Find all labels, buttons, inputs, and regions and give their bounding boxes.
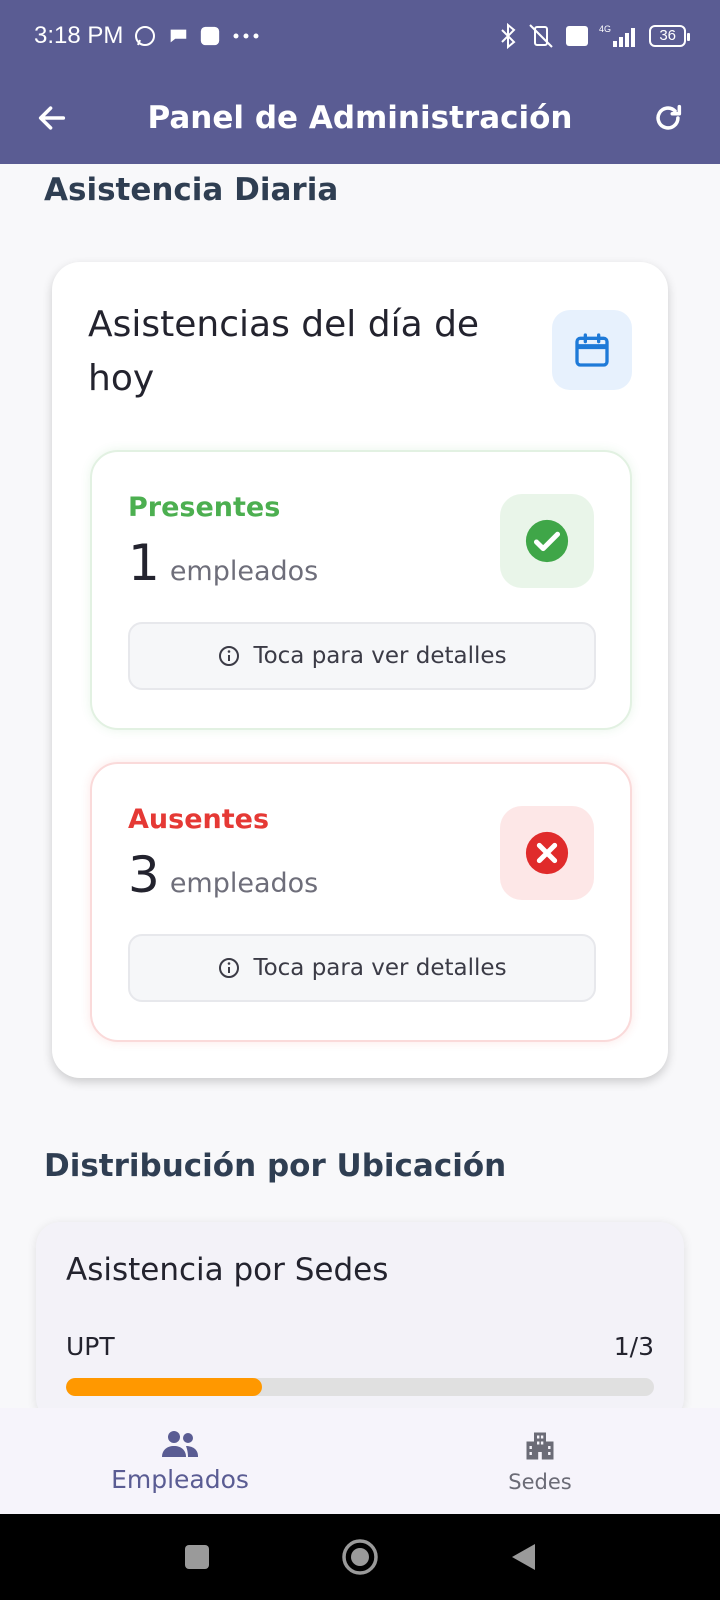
chat-icon bbox=[167, 25, 189, 47]
info-icon bbox=[219, 646, 240, 666]
info-icon bbox=[219, 958, 240, 978]
volte-icon bbox=[565, 25, 589, 47]
bluetooth-icon bbox=[499, 23, 517, 49]
svg-text:4G: 4G bbox=[599, 24, 611, 34]
app-notification-icon bbox=[199, 25, 221, 47]
absent-details-label: Toca para ver detalles bbox=[253, 955, 507, 981]
sedes-attendance-card: Asistencia por Sedes UPT 1/3 bbox=[36, 1222, 684, 1422]
daily-attendance-card: Asistencias del día de hoy Presentes 1 e… bbox=[52, 262, 668, 1078]
home-icon[interactable] bbox=[341, 1538, 379, 1576]
more-notifications-icon bbox=[231, 31, 261, 41]
signal-icon: 4G bbox=[599, 23, 639, 49]
building-icon bbox=[526, 1432, 554, 1460]
absent-count-unit: empleados bbox=[169, 868, 319, 899]
present-count-unit: empleados bbox=[169, 556, 319, 587]
vibrate-mute-icon bbox=[527, 23, 555, 49]
page-title: Panel de Administración bbox=[147, 100, 573, 136]
absent-icon-box bbox=[500, 806, 594, 900]
nav-label-sedes: Sedes bbox=[508, 1470, 572, 1494]
check-circle-icon bbox=[525, 519, 569, 563]
calendar-icon bbox=[575, 333, 609, 367]
cancel-circle-icon bbox=[525, 831, 569, 875]
card-title: Asistencias del día de hoy bbox=[88, 304, 480, 399]
recent-apps-icon[interactable] bbox=[183, 1543, 211, 1571]
present-card[interactable]: Presentes 1 empleados Toca para ver deta… bbox=[90, 450, 632, 730]
present-count-value: 1 bbox=[128, 534, 160, 592]
refresh-button[interactable] bbox=[644, 94, 692, 142]
status-bar: 3:18 PM 4G 36 bbox=[0, 0, 720, 72]
sedes-card-title: Asistencia por Sedes bbox=[66, 1252, 389, 1288]
back-button[interactable] bbox=[28, 94, 76, 142]
nav-item-sedes[interactable]: Sedes bbox=[360, 1408, 720, 1514]
sede-value: 1/3 bbox=[613, 1332, 654, 1361]
people-icon bbox=[162, 1430, 198, 1457]
sede-name: UPT bbox=[66, 1332, 115, 1361]
absent-count: 3 empleados bbox=[128, 846, 318, 904]
absent-details-button[interactable]: Toca para ver detalles bbox=[128, 934, 596, 1002]
nav-label-empleados: Empleados bbox=[111, 1464, 249, 1494]
whatsapp-icon bbox=[133, 24, 157, 48]
present-icon-box bbox=[500, 494, 594, 588]
absent-label: Ausentes bbox=[128, 804, 270, 835]
refresh-icon bbox=[656, 104, 682, 130]
calendar-button[interactable] bbox=[552, 310, 632, 390]
section-title-daily: Asistencia Diaria bbox=[44, 172, 339, 208]
sede-progress-fill bbox=[66, 1378, 262, 1396]
absent-count-value: 3 bbox=[128, 846, 160, 904]
battery-indicator: 36 bbox=[649, 25, 690, 47]
present-label: Presentes bbox=[128, 492, 281, 523]
bottom-navigation: Empleados Sedes bbox=[0, 1408, 720, 1514]
section-title-location: Distribución por Ubicación bbox=[44, 1148, 507, 1184]
app-bar: Panel de Administración bbox=[0, 72, 720, 164]
nav-item-empleados[interactable]: Empleados bbox=[0, 1408, 360, 1514]
present-details-label: Toca para ver detalles bbox=[253, 643, 507, 669]
present-details-button[interactable]: Toca para ver detalles bbox=[128, 622, 596, 690]
system-navigation-bar bbox=[0, 1514, 720, 1600]
absent-card[interactable]: Ausentes 3 empleados Toca para ver detal… bbox=[90, 762, 632, 1042]
back-nav-icon[interactable] bbox=[509, 1542, 537, 1572]
arrow-back-icon bbox=[38, 106, 66, 130]
sede-progress-bar bbox=[66, 1378, 654, 1396]
sede-row: UPT 1/3 bbox=[66, 1332, 654, 1361]
status-time: 3:18 PM bbox=[34, 22, 124, 49]
present-count: 1 empleados bbox=[128, 534, 318, 592]
